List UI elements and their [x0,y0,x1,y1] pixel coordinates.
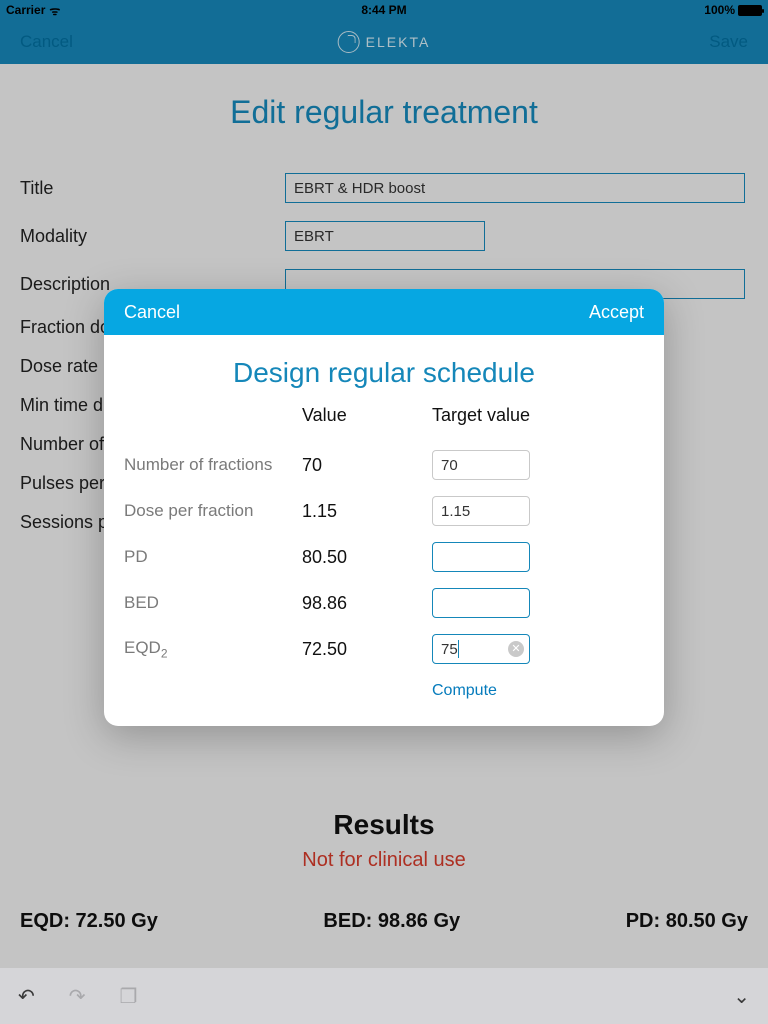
row-bed: BED 98.86 [124,580,644,626]
modal-title: Design regular schedule [104,357,664,389]
keyboard-toolbar: ↶ ↷ ❐ ⌄ [0,968,768,1024]
design-schedule-modal: Cancel Accept Design regular schedule Va… [104,289,664,726]
value-eqd2: 72.50 [302,639,432,660]
undo-icon[interactable]: ↶ [18,984,35,1009]
value-bed: 98.86 [302,593,432,614]
value-pd: 80.50 [302,547,432,568]
row-dose-per-fraction: Dose per fraction 1.15 [124,488,644,534]
col-header-target: Target value [432,405,644,426]
modal-accept-button[interactable]: Accept [589,302,644,323]
target-pd-input[interactable] [432,542,530,572]
label-eqd2: EQD2 [124,638,302,660]
target-fractions-input[interactable] [432,450,530,480]
target-bed-input[interactable] [432,588,530,618]
compute-button[interactable]: Compute [432,682,644,700]
value-fractions: 70 [302,455,432,476]
value-dose-per-fraction: 1.15 [302,501,432,522]
modal-header: Cancel Accept [104,289,664,335]
row-fractions: Number of fractions 70 [124,442,644,488]
label-fractions: Number of fractions [124,455,302,475]
col-header-value: Value [302,405,432,426]
clipboard-icon[interactable]: ❐ [120,984,138,1009]
redo-icon[interactable]: ↷ [69,984,86,1009]
modal-cancel-button[interactable]: Cancel [124,302,180,323]
dismiss-keyboard-icon[interactable]: ⌄ [733,984,750,1009]
label-pd: PD [124,547,302,567]
clear-input-icon[interactable]: ✕ [508,641,524,657]
target-dose-per-fraction-input[interactable] [432,496,530,526]
label-dose-per-fraction: Dose per fraction [124,501,302,521]
row-pd: PD 80.50 [124,534,644,580]
row-eqd2: EQD2 72.50 ✕ [124,626,644,672]
text-caret [458,640,459,658]
label-bed: BED [124,593,302,613]
